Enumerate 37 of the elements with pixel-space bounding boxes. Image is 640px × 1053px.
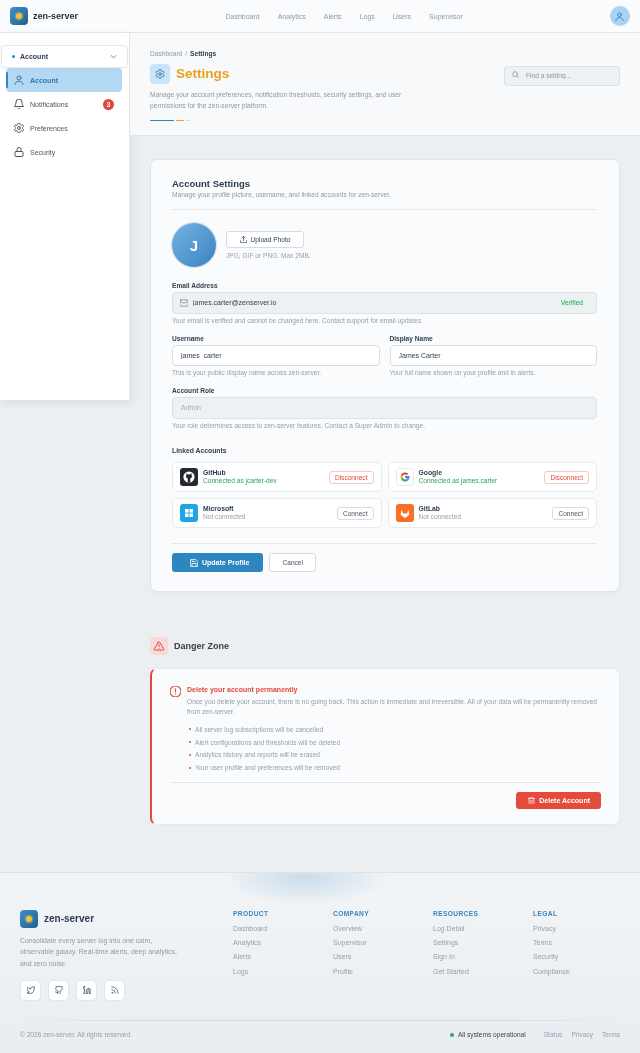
social-link[interactable] — [104, 979, 125, 1001]
profile-avatar: J — [172, 223, 216, 268]
github-icon — [180, 468, 198, 487]
user-icon — [615, 11, 625, 21]
section-heading: Danger Zone — [174, 640, 229, 652]
rss-icon — [110, 986, 119, 995]
title-underline-drawing — [150, 119, 190, 122]
bird-icon — [26, 986, 35, 995]
warning-icon — [150, 637, 168, 656]
social-link[interactable] — [48, 979, 69, 1001]
bullet-icon — [12, 55, 15, 58]
brand-name: zen-server — [33, 10, 79, 22]
alert-icon — [170, 685, 181, 697]
github-icon — [54, 986, 63, 995]
logo-icon — [20, 909, 38, 928]
logo-icon — [10, 7, 28, 25]
social-link[interactable] — [76, 979, 97, 1001]
card-title: Account Settings — [172, 178, 252, 190]
trash-icon — [528, 796, 536, 804]
profile-button[interactable] — [610, 6, 630, 26]
chevron-icon — [110, 53, 117, 60]
google-icon — [395, 468, 414, 487]
gitlab-icon — [395, 504, 414, 523]
bell-icon — [14, 99, 24, 109]
search-icon — [512, 70, 519, 78]
save-icon — [190, 558, 198, 567]
mail-icon — [180, 298, 188, 307]
upload-icon — [239, 236, 247, 244]
linkedin-icon — [82, 986, 91, 995]
lock-icon — [14, 147, 24, 157]
page-title: Settings — [176, 66, 230, 82]
social-link[interactable] — [20, 979, 41, 1001]
windows-icon — [180, 504, 198, 523]
brand-name: zen-server — [44, 912, 95, 925]
settings-icon — [150, 64, 170, 84]
gear-icon — [14, 123, 24, 133]
user-icon — [14, 75, 24, 85]
